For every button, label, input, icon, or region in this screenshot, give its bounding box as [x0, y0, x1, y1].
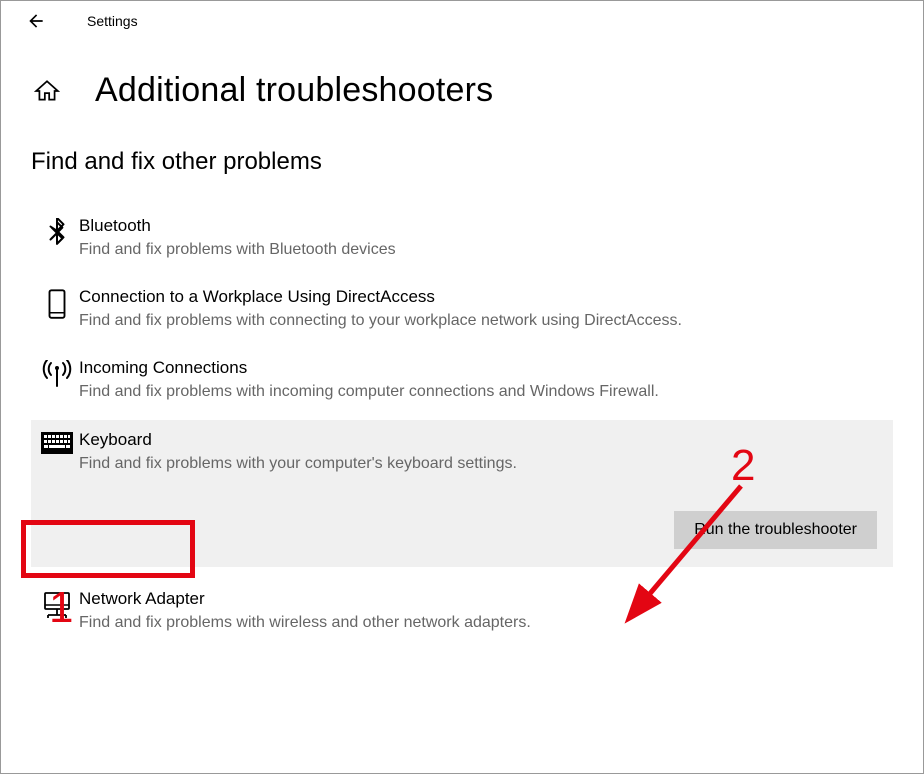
troubleshooter-desc: Find and fix problems with incoming comp… [79, 380, 687, 403]
troubleshooter-item-incoming-connections[interactable]: Incoming Connections Find and fix proble… [31, 348, 893, 419]
keyboard-icon [35, 430, 79, 475]
troubleshooter-desc: Find and fix problems with wireless and … [79, 611, 687, 634]
troubleshooter-title: Incoming Connections [79, 358, 687, 378]
troubleshooter-item-directaccess[interactable]: Connection to a Workplace Using DirectAc… [31, 277, 893, 348]
home-icon [34, 78, 60, 104]
troubleshooter-item-bluetooth[interactable]: Bluetooth Find and fix problems with Blu… [31, 206, 893, 277]
home-button[interactable] [31, 75, 63, 107]
troubleshooter-item-network-adapter[interactable]: Network Adapter Find and fix problems wi… [31, 575, 893, 650]
troubleshooter-desc: Find and fix problems with your computer… [79, 452, 687, 475]
troubleshooter-desc: Find and fix problems with connecting to… [79, 309, 687, 332]
back-button[interactable] [21, 6, 51, 36]
page-title-row: Additional troubleshooters [1, 41, 923, 128]
back-arrow-icon [26, 11, 46, 31]
device-icon [35, 287, 79, 332]
troubleshooter-actions: Run the troubleshooter [35, 511, 887, 549]
window-header: Settings [1, 1, 923, 41]
troubleshooter-title: Bluetooth [79, 216, 687, 236]
bluetooth-icon [35, 216, 79, 261]
page-title: Additional troubleshooters [95, 71, 493, 110]
troubleshooter-list: Bluetooth Find and fix problems with Blu… [1, 206, 923, 650]
troubleshooter-desc: Find and fix problems with Bluetooth dev… [79, 238, 687, 261]
app-title: Settings [87, 13, 138, 29]
troubleshooter-title: Connection to a Workplace Using DirectAc… [79, 287, 687, 307]
troubleshooter-title: Keyboard [79, 430, 687, 450]
troubleshooter-title: Network Adapter [79, 589, 687, 609]
troubleshooter-item-keyboard[interactable]: Keyboard Find and fix problems with your… [31, 420, 893, 567]
antenna-icon [35, 358, 79, 403]
network-adapter-icon [35, 589, 79, 634]
run-troubleshooter-button[interactable]: Run the troubleshooter [674, 511, 877, 549]
section-heading: Find and fix other problems [31, 148, 923, 176]
